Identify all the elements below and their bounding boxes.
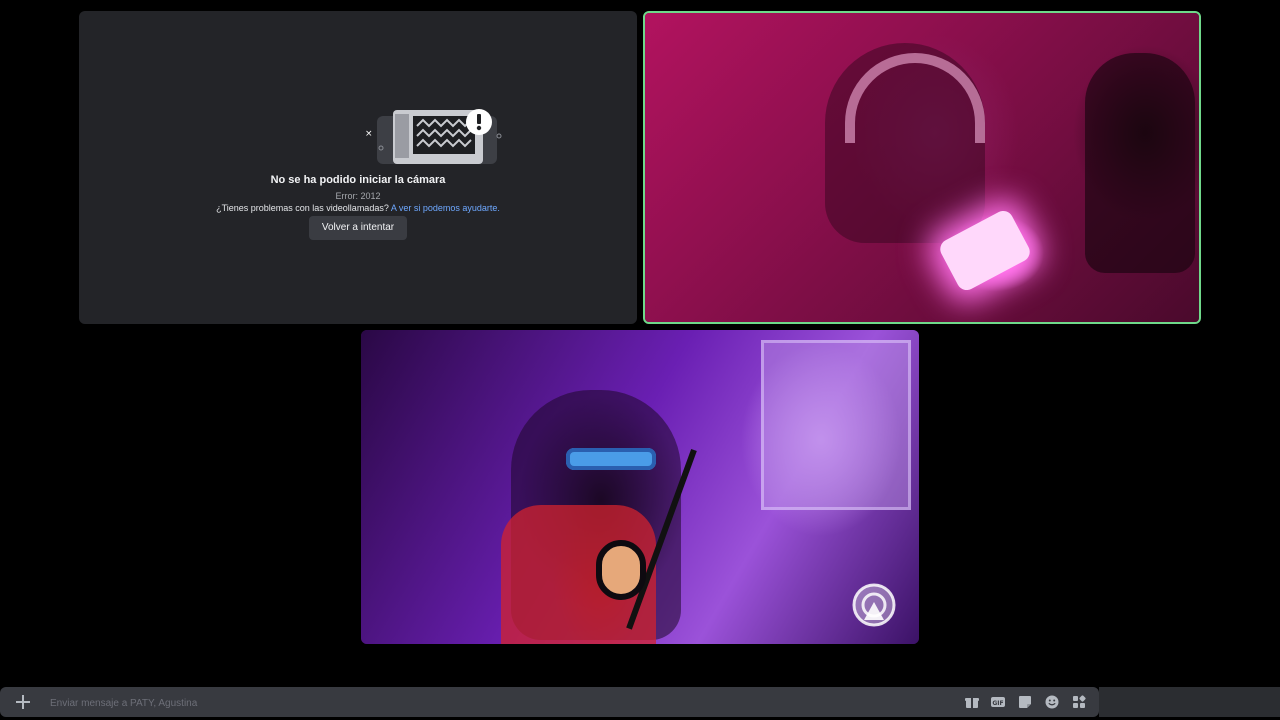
emoji-icon[interactable] <box>1044 694 1060 710</box>
participant-figure <box>1085 53 1195 273</box>
stream-watermark-icon <box>852 583 896 627</box>
help-link[interactable]: A ver si podemos ayudarte. <box>391 203 500 213</box>
camera-error-tile: × No se ha podido iniciar la cámara Erro… <box>79 11 637 324</box>
message-composer: GIF <box>0 687 1099 717</box>
error-code: Error: 2012 <box>335 191 381 201</box>
video-tile[interactable] <box>361 330 919 644</box>
help-text: ¿Tienes problemas con las videollamadas? <box>216 203 389 213</box>
gif-icon[interactable]: GIF <box>990 694 1006 710</box>
composer-side-area <box>1099 687 1280 717</box>
svg-text:×: × <box>365 129 373 139</box>
svg-text:GIF: GIF <box>992 700 1003 707</box>
message-input[interactable] <box>48 692 932 714</box>
plus-icon[interactable] <box>14 693 32 711</box>
retry-button[interactable]: Volver a intentar <box>309 216 407 240</box>
camera-error-title: No se ha podido iniciar la cámara <box>270 174 446 186</box>
help-line: ¿Tienes problemas con las videollamadas?… <box>79 203 637 213</box>
video-feed <box>645 13 1199 322</box>
video-feed <box>361 330 919 644</box>
microphone-shape <box>596 540 646 600</box>
sunglasses-shape <box>566 448 656 470</box>
gift-icon[interactable] <box>964 694 980 710</box>
sticker-icon[interactable] <box>1017 694 1033 710</box>
apps-icon[interactable] <box>1071 694 1087 710</box>
window-shape <box>761 340 911 510</box>
video-tile-speaking[interactable] <box>643 11 1201 324</box>
broken-camera-illustration: × <box>365 109 502 164</box>
